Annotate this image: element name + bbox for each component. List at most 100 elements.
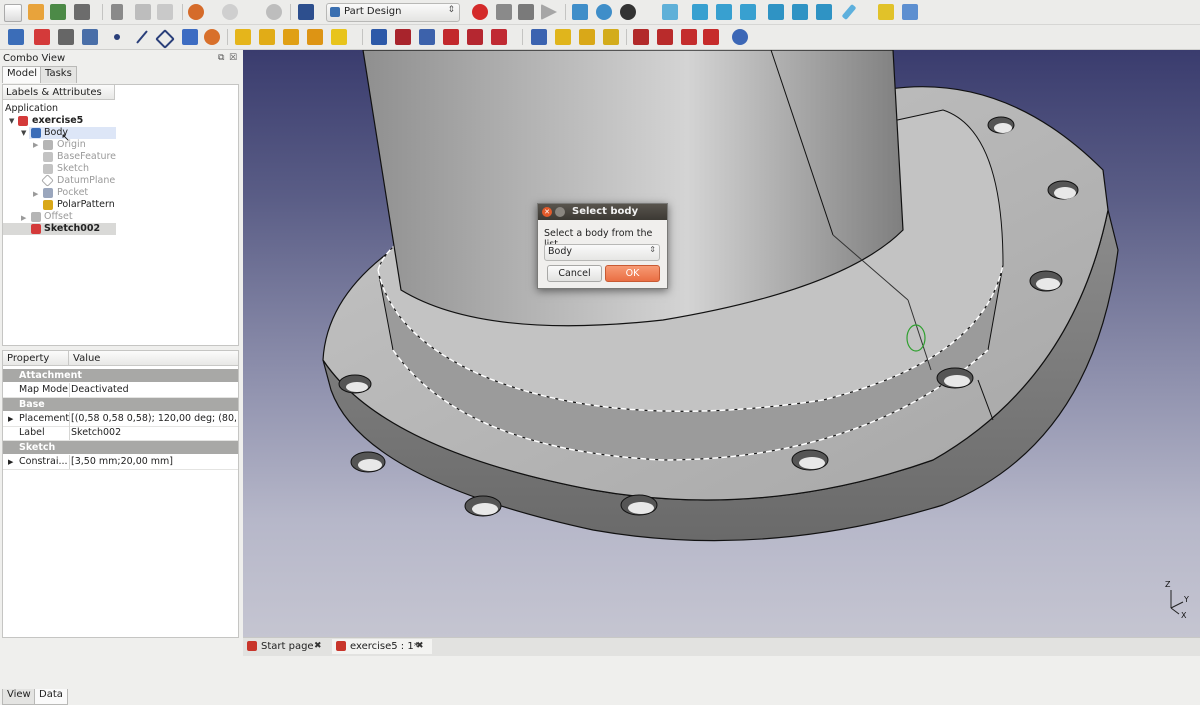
check-geometry-icon[interactable] <box>82 29 98 45</box>
close-panel-icon[interactable]: ☒ <box>229 53 237 63</box>
view-rear-icon[interactable] <box>768 4 784 20</box>
revolution-icon[interactable] <box>259 29 275 45</box>
tree-item-sketch002[interactable]: Sketch002 <box>44 223 100 235</box>
property-row-map-mode[interactable]: Map Mode Deactivated <box>3 383 238 398</box>
additive-pipe-icon[interactable] <box>307 29 323 45</box>
multitransform-icon[interactable] <box>603 29 619 45</box>
expand-arrow-icon[interactable]: ▶ <box>33 190 38 198</box>
new-file-icon[interactable] <box>4 4 22 22</box>
3d-viewport[interactable]: Z Y X <box>243 50 1200 637</box>
cancel-button[interactable]: Cancel <box>547 265 602 282</box>
doc-tab-exercise5[interactable]: exercise5 : 1* ✖ <box>332 639 432 654</box>
minimize-icon[interactable] <box>555 207 565 217</box>
create-sketch-icon[interactable] <box>34 29 50 45</box>
datum-plane-icon[interactable] <box>155 29 175 49</box>
polar-pattern-icon[interactable] <box>579 29 595 45</box>
additive-loft-icon[interactable] <box>283 29 299 45</box>
expand-arrow-icon[interactable]: ▼ <box>9 117 14 125</box>
groove-icon[interactable] <box>419 29 435 45</box>
value-column-header[interactable]: Value <box>69 351 238 366</box>
shape-binder-icon[interactable] <box>204 29 220 45</box>
draft-icon[interactable] <box>681 29 697 45</box>
whats-this-icon[interactable] <box>298 4 314 20</box>
property-row-placement[interactable]: ▶ Placement [(0,58 0,58 0,58); 120,00 de… <box>3 412 238 427</box>
view-top-icon[interactable] <box>716 4 732 20</box>
fillet-icon[interactable] <box>633 29 649 45</box>
group-icon[interactable] <box>902 4 918 20</box>
dialog-titlebar[interactable]: ✕ Select body <box>538 204 667 220</box>
refresh-icon[interactable] <box>266 4 282 20</box>
flange-model[interactable] <box>243 50 1200 637</box>
zoom-fit-icon[interactable] <box>572 4 588 20</box>
linear-pattern-icon[interactable] <box>555 29 571 45</box>
tree-item-origin[interactable]: Origin <box>57 139 86 151</box>
mirrored-icon[interactable] <box>531 29 547 45</box>
expand-arrow-icon[interactable]: ▶ <box>8 455 13 469</box>
copy-icon[interactable] <box>135 4 151 20</box>
boolean-icon[interactable] <box>732 29 748 45</box>
expand-arrow-icon[interactable]: ▶ <box>8 412 13 426</box>
save-icon[interactable] <box>50 4 66 20</box>
pad-icon[interactable] <box>235 29 251 45</box>
create-body-icon[interactable] <box>8 29 24 45</box>
hole-icon[interactable] <box>395 29 411 45</box>
tree-item-datumplane[interactable]: DatumPlane <box>57 175 115 187</box>
local-cs-icon[interactable] <box>182 29 198 45</box>
expand-arrow-icon[interactable]: ▼ <box>21 129 26 137</box>
group-base[interactable]: Base <box>3 398 238 411</box>
tree-item-exercise5[interactable]: exercise5 <box>32 115 83 127</box>
close-icon[interactable]: ✕ <box>542 207 552 217</box>
zoom-select-icon[interactable] <box>596 4 612 20</box>
group-attachment[interactable]: Attachment <box>3 369 238 382</box>
cut-icon[interactable] <box>111 4 123 20</box>
undo-icon[interactable] <box>188 4 204 20</box>
subtractive-primitive-icon[interactable] <box>491 29 507 45</box>
expand-arrow-icon[interactable]: ▶ <box>33 141 38 149</box>
view-bottom-icon[interactable] <box>792 4 808 20</box>
view-left-icon[interactable] <box>816 4 832 20</box>
subtractive-pipe-icon[interactable] <box>467 29 483 45</box>
paste-icon[interactable] <box>157 4 173 20</box>
datum-line-icon[interactable] <box>136 30 148 44</box>
body-select[interactable]: Body ⇕ <box>544 244 660 261</box>
property-row-label[interactable]: Label Sketch002 <box>3 426 238 441</box>
tab-data[interactable]: Data <box>34 689 68 705</box>
property-column-header[interactable]: Property <box>3 351 69 366</box>
validate-sketch-icon[interactable] <box>58 29 74 45</box>
datum-point-icon[interactable] <box>114 34 120 40</box>
tree-item-polarpattern[interactable]: PolarPattern <box>57 199 115 211</box>
thickness-icon[interactable] <box>703 29 719 45</box>
macro-edit-icon[interactable] <box>518 4 534 20</box>
workbench-selector[interactable]: Part Design ⇕ <box>326 3 460 22</box>
float-panel-icon[interactable]: ⧉ <box>218 53 224 63</box>
tree-item-pocket[interactable]: Pocket <box>57 187 88 199</box>
print-icon[interactable] <box>74 4 90 20</box>
property-row-constraints[interactable]: ▶ Constrai... [3,50 mm;20,00 mm] <box>3 455 238 470</box>
part-icon[interactable] <box>878 4 894 20</box>
view-front-icon[interactable] <box>692 4 708 20</box>
tree-item-offset[interactable]: Offset <box>44 211 73 223</box>
additive-primitive-icon[interactable] <box>331 29 347 45</box>
draw-style-icon[interactable] <box>620 4 636 20</box>
view-isometric-icon[interactable] <box>662 4 678 20</box>
pocket-icon[interactable] <box>371 29 387 45</box>
close-tab-icon[interactable]: ✖ <box>416 639 424 654</box>
ok-button[interactable]: OK <box>605 265 660 282</box>
tab-tasks[interactable]: Tasks <box>40 66 77 83</box>
tree-column-header[interactable]: Labels & Attributes <box>3 85 115 100</box>
open-file-icon[interactable] <box>28 4 44 20</box>
view-right-icon[interactable] <box>740 4 756 20</box>
tree-item-basefeature[interactable]: BaseFeature <box>57 151 116 163</box>
close-tab-icon[interactable]: ✖ <box>314 639 322 654</box>
macro-record-icon[interactable] <box>472 4 488 20</box>
doc-tab-start-page[interactable]: Start page ✖ <box>243 639 329 654</box>
chamfer-icon[interactable] <box>657 29 673 45</box>
subtractive-loft-icon[interactable] <box>443 29 459 45</box>
tab-view[interactable]: View <box>2 689 36 705</box>
tab-model[interactable]: Model <box>2 66 43 83</box>
redo-icon[interactable] <box>222 4 238 20</box>
measure-icon[interactable] <box>841 3 857 21</box>
expand-arrow-icon[interactable]: ▶ <box>21 214 26 222</box>
tree-item-sketch[interactable]: Sketch <box>57 163 89 175</box>
macro-run-icon[interactable] <box>541 4 557 20</box>
